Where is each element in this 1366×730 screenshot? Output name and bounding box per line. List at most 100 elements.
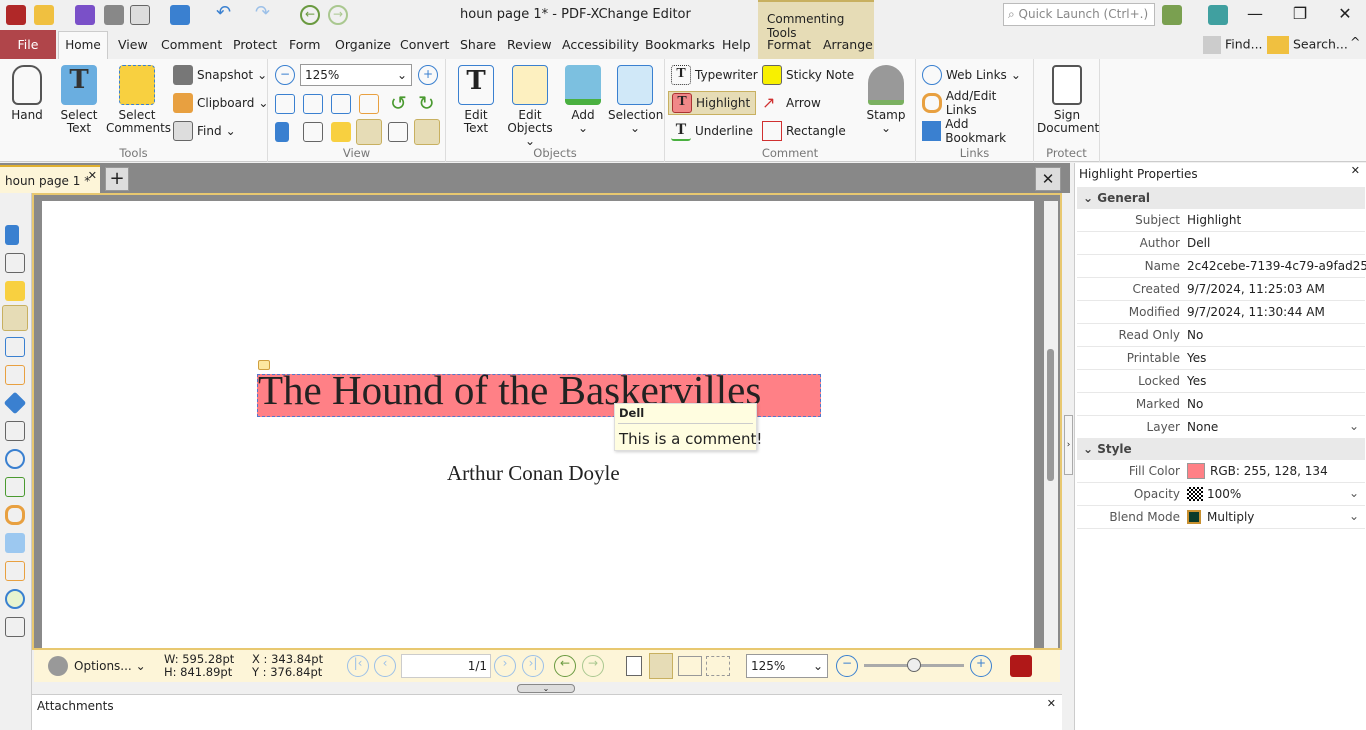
pdf-page[interactable] [42, 201, 1034, 648]
rectangle-button[interactable]: Rectangle [759, 119, 849, 143]
prop-value[interactable]: None [1187, 420, 1218, 434]
rotate-left-icon[interactable]: ↺ [390, 93, 410, 114]
prop-marked[interactable]: Marked No [1077, 393, 1365, 416]
hand-button[interactable]: Hand [6, 65, 48, 122]
continuous-facing-icon[interactable] [706, 656, 730, 676]
order-icon[interactable] [5, 561, 25, 581]
content-pane-icon[interactable] [388, 122, 408, 142]
prop-author[interactable]: Author Dell [1077, 232, 1365, 255]
add-bookmark-button[interactable]: Add Bookmark [919, 117, 1033, 145]
underline-button[interactable]: T Underline [668, 119, 756, 143]
prop-fill-color[interactable]: Fill Color RGB: 255, 128, 134 [1077, 460, 1365, 483]
prop-value[interactable]: 2c42cebe-7139-4c79-a9fad25e71.. [1187, 259, 1366, 273]
email-icon[interactable] [130, 5, 150, 25]
back-icon[interactable]: ← [300, 5, 320, 25]
zoom-in-icon[interactable]: + [418, 65, 438, 85]
prop-value[interactable]: Highlight [1187, 213, 1241, 227]
prev-page-icon[interactable]: ‹ [374, 655, 396, 677]
prop-value[interactable]: Yes [1187, 374, 1206, 388]
save-icon[interactable] [75, 5, 95, 25]
links-icon[interactable] [5, 505, 25, 525]
select-text-button[interactable]: T Select Text [55, 65, 103, 135]
prop-value[interactable]: 9/7/2024, 11:25:03 AM [1187, 282, 1325, 296]
pane-splitter-handle[interactable]: ⌄ [517, 684, 575, 693]
single-page-icon[interactable] [626, 656, 642, 676]
tab-review[interactable]: Review [507, 37, 552, 52]
fit-page-icon[interactable] [303, 94, 323, 114]
style-section[interactable]: ⌄ Style [1077, 438, 1365, 460]
chevron-down-icon[interactable]: ⌄ [1349, 509, 1359, 523]
chevron-down-icon[interactable]: ⌄ [1349, 419, 1359, 433]
actual-size-icon[interactable] [275, 94, 295, 114]
status-zoom-out-icon[interactable]: − [836, 655, 858, 677]
properties-splitter[interactable]: › [1064, 415, 1073, 475]
forward-icon[interactable]: → [328, 5, 348, 25]
structure-icon[interactable] [5, 477, 25, 497]
next-page-icon[interactable]: › [494, 655, 516, 677]
vertical-scrollbar[interactable] [1044, 201, 1058, 648]
bookmarks-icon[interactable] [5, 225, 19, 245]
prop-name[interactable]: Name 2c42cebe-7139-4c79-a9fad25e71.. [1077, 255, 1366, 278]
tab-convert[interactable]: Convert [400, 37, 449, 52]
close-properties-icon[interactable]: ✕ [1351, 164, 1360, 177]
comments-pane-icon[interactable] [331, 122, 351, 142]
options-button[interactable]: Options... ⌄ [74, 659, 146, 673]
fit-visible-icon[interactable] [359, 94, 379, 114]
pdf-viewer-icon[interactable] [1010, 655, 1032, 677]
add-edit-links-button[interactable]: Add/Edit Links [919, 89, 1033, 117]
first-page-icon[interactable]: |‹ [347, 655, 369, 677]
prop-value[interactable]: 9/7/2024, 11:30:44 AM [1187, 305, 1325, 319]
sticky-note-button[interactable]: Sticky Note [759, 63, 857, 87]
edit-text-button[interactable]: T Edit Text [450, 65, 502, 135]
comments-icon[interactable] [5, 281, 25, 301]
prev-view-icon[interactable]: ← [554, 655, 576, 677]
prop-locked[interactable]: Locked Yes [1077, 370, 1365, 393]
zoom-slider-thumb[interactable] [907, 658, 921, 672]
selection-button[interactable]: Selection ⌄ [608, 65, 663, 135]
tab-form[interactable]: Form [289, 37, 321, 52]
zoom-slider[interactable] [864, 658, 964, 672]
find-button[interactable]: Find... [1203, 36, 1263, 54]
tab-accessibility[interactable]: Accessibility [562, 37, 639, 52]
tab-bookmarks[interactable]: Bookmarks [645, 37, 715, 52]
thumbnails-icon[interactable] [5, 253, 25, 273]
tab-help[interactable]: Help [722, 37, 751, 52]
prop-printable[interactable]: Printable Yes [1077, 347, 1365, 370]
info-icon[interactable] [5, 617, 25, 637]
destinations-icon[interactable] [5, 449, 25, 469]
chevron-down-icon[interactable]: ⌄ [1349, 486, 1359, 500]
content-icon[interactable] [5, 337, 25, 357]
web-links-button[interactable]: Web Links ⌄ [919, 63, 1024, 87]
search-button[interactable]: Search... [1267, 36, 1348, 54]
facing-pages-icon[interactable] [678, 656, 702, 676]
pages-pane-icon[interactable] [303, 122, 323, 142]
prop-modified[interactable]: Modified 9/7/2024, 11:30:44 AM [1077, 301, 1365, 324]
attachments-icon[interactable] [2, 305, 28, 331]
quick-launch-input[interactable]: ⌕ Quick Launch (Ctrl+.) [1003, 3, 1155, 26]
prop-value[interactable]: Dell [1187, 236, 1210, 250]
signatures-icon[interactable] [5, 365, 25, 385]
undo-icon[interactable]: ↶ [216, 2, 236, 23]
fill-color-swatch[interactable] [1187, 463, 1205, 479]
prop-subject[interactable]: Subject Highlight [1077, 209, 1365, 232]
next-view-icon[interactable]: → [582, 655, 604, 677]
sign-document-button[interactable]: Sign Document [1037, 65, 1099, 135]
accessibility-icon[interactable] [5, 589, 25, 609]
tab-protect[interactable]: Protect [233, 37, 277, 52]
prop-opacity[interactable]: Opacity 100% ⌄ [1077, 483, 1365, 506]
close-button[interactable]: ✕ [1325, 4, 1365, 23]
prop-blend-mode[interactable]: Blend Mode Multiply ⌄ [1077, 506, 1365, 529]
collapse-ribbon-button[interactable]: ^ [1350, 34, 1360, 49]
attachments-pane-icon[interactable] [356, 119, 382, 145]
tab-organize[interactable]: Organize [335, 37, 391, 52]
minimize-button[interactable]: — [1235, 4, 1275, 23]
ui-options-icon[interactable] [1162, 5, 1182, 25]
file-tab[interactable]: File [0, 30, 56, 59]
tags-icon[interactable] [5, 533, 25, 553]
tab-format[interactable]: Format [767, 37, 811, 52]
status-zoom-in-icon[interactable]: + [970, 655, 992, 677]
zoom-out-icon[interactable]: − [275, 65, 295, 85]
tab-home[interactable]: Home [58, 31, 108, 60]
fullscreen-icon[interactable] [1208, 5, 1228, 25]
prop-value[interactable]: Yes [1187, 351, 1206, 365]
